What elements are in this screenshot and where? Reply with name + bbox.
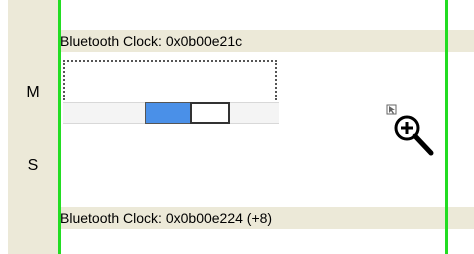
selected-slot[interactable]: [190, 102, 230, 124]
right-clock-marker[interactable]: [445, 0, 448, 254]
row-label-column: M S: [8, 0, 58, 254]
left-clock-marker[interactable]: [58, 0, 61, 254]
bluetooth-clock-bottom: Bluetooth Clock: 0x0b00e224 (+8): [58, 207, 474, 229]
active-slot[interactable]: [145, 102, 191, 124]
zoom-in-icon[interactable]: [385, 103, 443, 163]
master-row-label: M: [26, 84, 40, 101]
timing-view: M S Bluetooth Clock: 0x0b00e21c Bluetoot…: [0, 0, 474, 254]
slave-row-label: S: [27, 157, 39, 174]
master-packet-outline[interactable]: [63, 60, 277, 100]
bluetooth-clock-top: Bluetooth Clock: 0x0b00e21c: [58, 30, 474, 52]
